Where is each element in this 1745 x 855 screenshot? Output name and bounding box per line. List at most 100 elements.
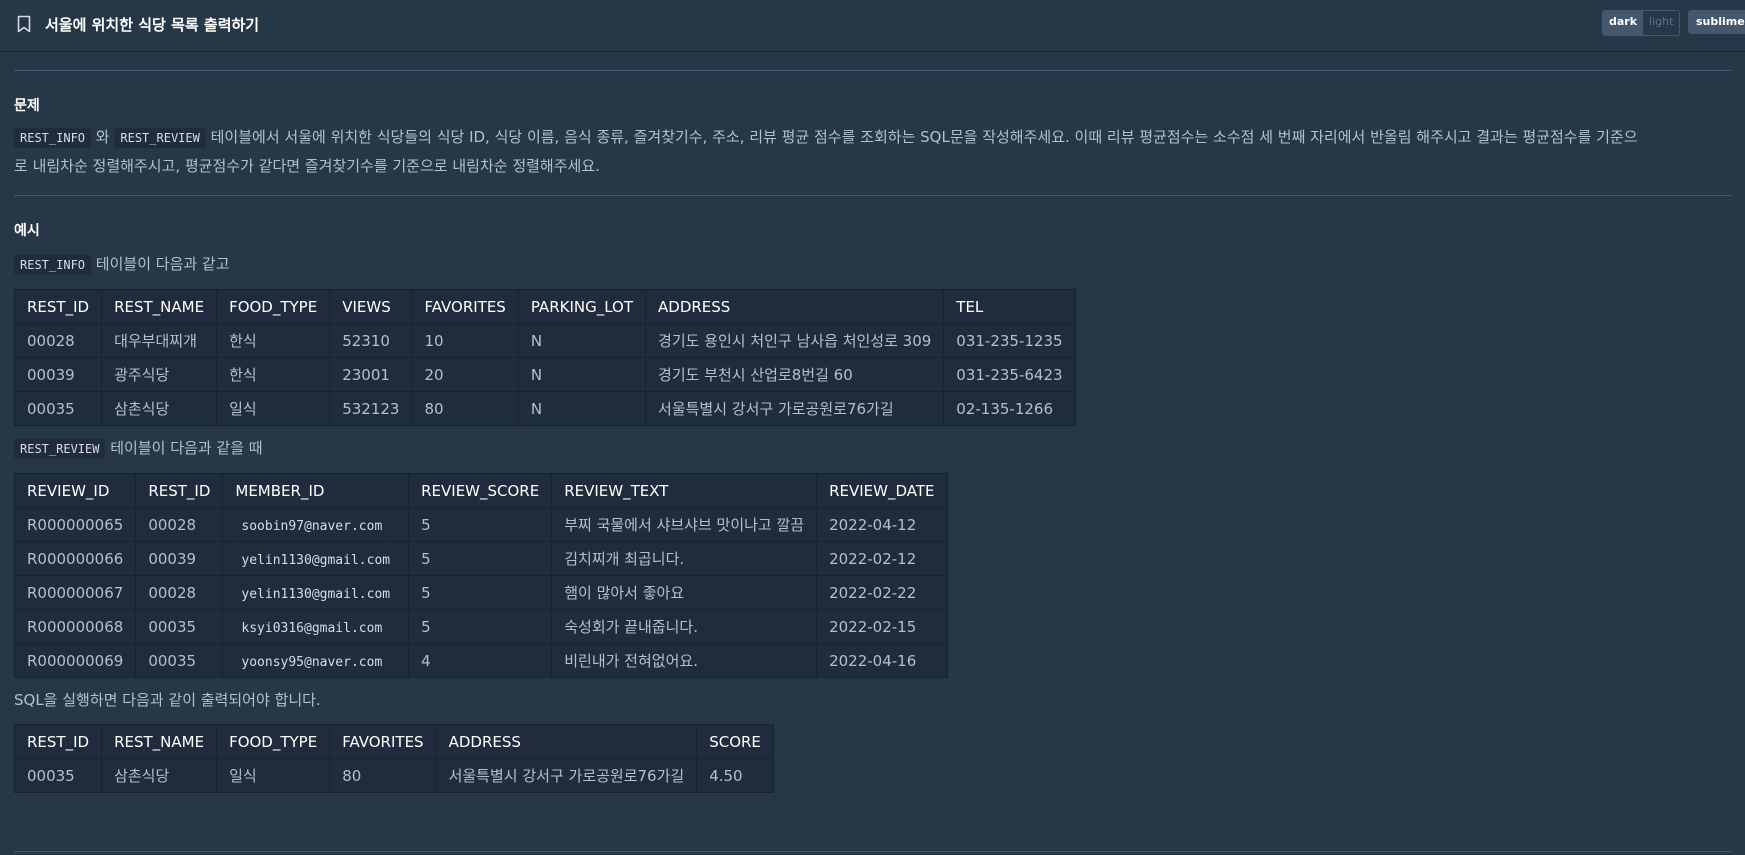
table-row: R000000065 00028 soobin97@naver.com 5 부찌… (13, 507, 948, 542)
page-title: 서울에 위치한 식당 목록 출력하기 (45, 16, 260, 34)
table-cell: 삼촌식당 (101, 391, 218, 426)
table-cell: soobin97@naver.com (222, 507, 410, 542)
table-cell: 5 (408, 541, 553, 576)
column-header: REST_ID (135, 473, 224, 508)
problem-text-line1: 테이블에서 서울에 위치한 식당들의 식당 ID, 식당 이름, 음식 종류, … (205, 128, 1638, 146)
rest-info-caption-text: 테이블이 다음과 같고 (91, 255, 230, 273)
column-header: REVIEW_TEXT (551, 473, 818, 508)
table-cell: 일식 (216, 391, 331, 426)
table-cell: 삼촌식당 (101, 758, 218, 793)
table-cell: 4 (408, 643, 553, 678)
column-header: REVIEW_SCORE (408, 473, 553, 508)
table-cell: 031-235-1235 (943, 323, 1076, 358)
table-cell: 5 (408, 609, 553, 644)
sublime-button[interactable]: sublime (1688, 10, 1745, 34)
table-cell: 00039 (135, 541, 224, 576)
table-cell: 00039 (13, 357, 103, 392)
table-row: R000000066 00039 yelin1130@gmail.com 5 김… (13, 541, 948, 576)
table-cell: 서울특별시 강서구 가로공원로76가길 (435, 758, 698, 793)
table-cell: 2022-04-16 (816, 643, 948, 678)
table-cell: 5 (408, 507, 553, 542)
column-header: SCORE (696, 724, 774, 759)
column-header: REST_NAME (101, 724, 218, 759)
column-header: FOOD_TYPE (216, 289, 331, 324)
table-cell: 20 (411, 357, 519, 392)
member-id-code: yelin1130@gmail.com (235, 549, 397, 571)
table-cell: 일식 (216, 758, 331, 793)
table-cell: 경기도 부천시 산업로8번길 60 (645, 357, 945, 392)
divider (14, 70, 1731, 71)
result-table: REST_ID REST_NAME FOOD_TYPE FAVORITES AD… (13, 724, 774, 793)
table-cell: R000000068 (13, 609, 137, 644)
column-header: TEL (943, 289, 1076, 324)
inline-code: REST_INFO (14, 128, 92, 148)
table-row: R000000069 00035 yoonsy95@naver.com 4 비린… (13, 643, 948, 678)
column-header: PARKING_LOT (517, 289, 647, 324)
table-cell: 00028 (135, 575, 224, 610)
table-row: R000000067 00028 yelin1130@gmail.com 5 햄… (13, 575, 948, 610)
table-cell: 80 (329, 758, 437, 793)
table-cell: 서울특별시 강서구 가로공원로76가길 (645, 391, 945, 426)
table-cell: 2022-02-15 (816, 609, 948, 644)
member-id-code: soobin97@naver.com (235, 515, 389, 537)
table-cell: ksyi0316@gmail.com (222, 609, 410, 644)
table-cell: 광주식당 (101, 357, 218, 392)
theme-light-option[interactable]: light (1643, 11, 1680, 35)
table-cell: 23001 (329, 357, 413, 392)
theme-dark-option[interactable]: dark (1603, 11, 1644, 35)
theme-toggle[interactable]: dark light (1602, 10, 1681, 36)
column-header: REST_ID (13, 289, 103, 324)
bookmark-icon[interactable] (17, 15, 31, 33)
table-cell: 031-235-6423 (943, 357, 1076, 392)
rest-review-caption: REST_REVIEW 테이블이 다음과 같을 때 (14, 434, 1731, 463)
table-cell: 한식 (216, 357, 331, 392)
table-cell: 김치찌개 최곱니다. (551, 541, 818, 576)
column-header: ADDRESS (435, 724, 698, 759)
table-cell: 00035 (13, 391, 103, 426)
table-cell: 햄이 많아서 좋아요 (551, 575, 818, 610)
table-cell: N (517, 323, 647, 358)
table-cell: 대우부대찌개 (101, 323, 218, 358)
member-id-code: yelin1130@gmail.com (235, 583, 397, 605)
problem-text-line2: 로 내림차순 정렬해주시고, 평균점수가 같다면 즐겨찾기수를 기준으로 내림차… (14, 157, 600, 175)
problem-heading: 문제 (14, 98, 40, 114)
table-row: 00028 대우부대찌개 한식 52310 10 N 경기도 용인시 처인구 남… (13, 323, 1076, 358)
table-cell: 10 (411, 323, 519, 358)
table-row: 00035 삼촌식당 일식 532123 80 N 서울특별시 강서구 가로공원… (13, 391, 1076, 426)
table-cell: 00035 (135, 609, 224, 644)
column-header: REST_NAME (101, 289, 218, 324)
table-cell: 부찌 국물에서 샤브샤브 맛이나고 깔끔 (551, 507, 818, 542)
divider (14, 195, 1731, 196)
table-cell: 숙성회가 끝내줍니다. (551, 609, 818, 644)
rest-review-table: REVIEW_ID REST_ID MEMBER_ID REVIEW_SCORE… (13, 473, 948, 678)
table-cell: yelin1130@gmail.com (222, 575, 410, 610)
table-cell: 2022-02-22 (816, 575, 948, 610)
table-cell: 00028 (13, 323, 103, 358)
column-header: FOOD_TYPE (216, 724, 331, 759)
column-header: ADDRESS (645, 289, 945, 324)
column-header: REVIEW_DATE (816, 473, 948, 508)
problem-description: REST_INFO 와 REST_REVIEW 테이블에서 서울에 위치한 식당… (14, 123, 1731, 180)
problem-conjunction: 와 (91, 128, 115, 146)
table-header-row: REVIEW_ID REST_ID MEMBER_ID REVIEW_SCORE… (13, 473, 948, 508)
column-header: MEMBER_ID (222, 473, 410, 508)
table-cell: 한식 (216, 323, 331, 358)
rest-info-table: REST_ID REST_NAME FOOD_TYPE VIEWS FAVORI… (13, 289, 1076, 426)
table-cell: R000000067 (13, 575, 137, 610)
table-cell: 2022-02-12 (816, 541, 948, 576)
member-id-code: yoonsy95@naver.com (235, 651, 389, 673)
table-cell: 52310 (329, 323, 413, 358)
problem-content: 문제 REST_INFO 와 REST_REVIEW 테이블에서 서울에 위치한… (13, 52, 1731, 793)
example-heading: 예시 (14, 223, 40, 239)
table-cell: N (517, 357, 647, 392)
column-header: REST_ID (13, 724, 103, 759)
table-cell: 02-135-1266 (943, 391, 1076, 426)
rest-info-caption: REST_INFO 테이블이 다음과 같고 (14, 250, 1731, 279)
top-bar: 서울에 위치한 식당 목록 출력하기 dark light sublime (0, 0, 1745, 52)
table-cell: 경기도 용인시 처인구 남사읍 처인성로 309 (645, 323, 945, 358)
table-row: R000000068 00035 ksyi0316@gmail.com 5 숙성… (13, 609, 948, 644)
table-cell: 532123 (329, 391, 413, 426)
table-cell: 00035 (13, 758, 103, 793)
column-header: FAVORITES (411, 289, 519, 324)
table-cell: 비린내가 전혀없어요. (551, 643, 818, 678)
